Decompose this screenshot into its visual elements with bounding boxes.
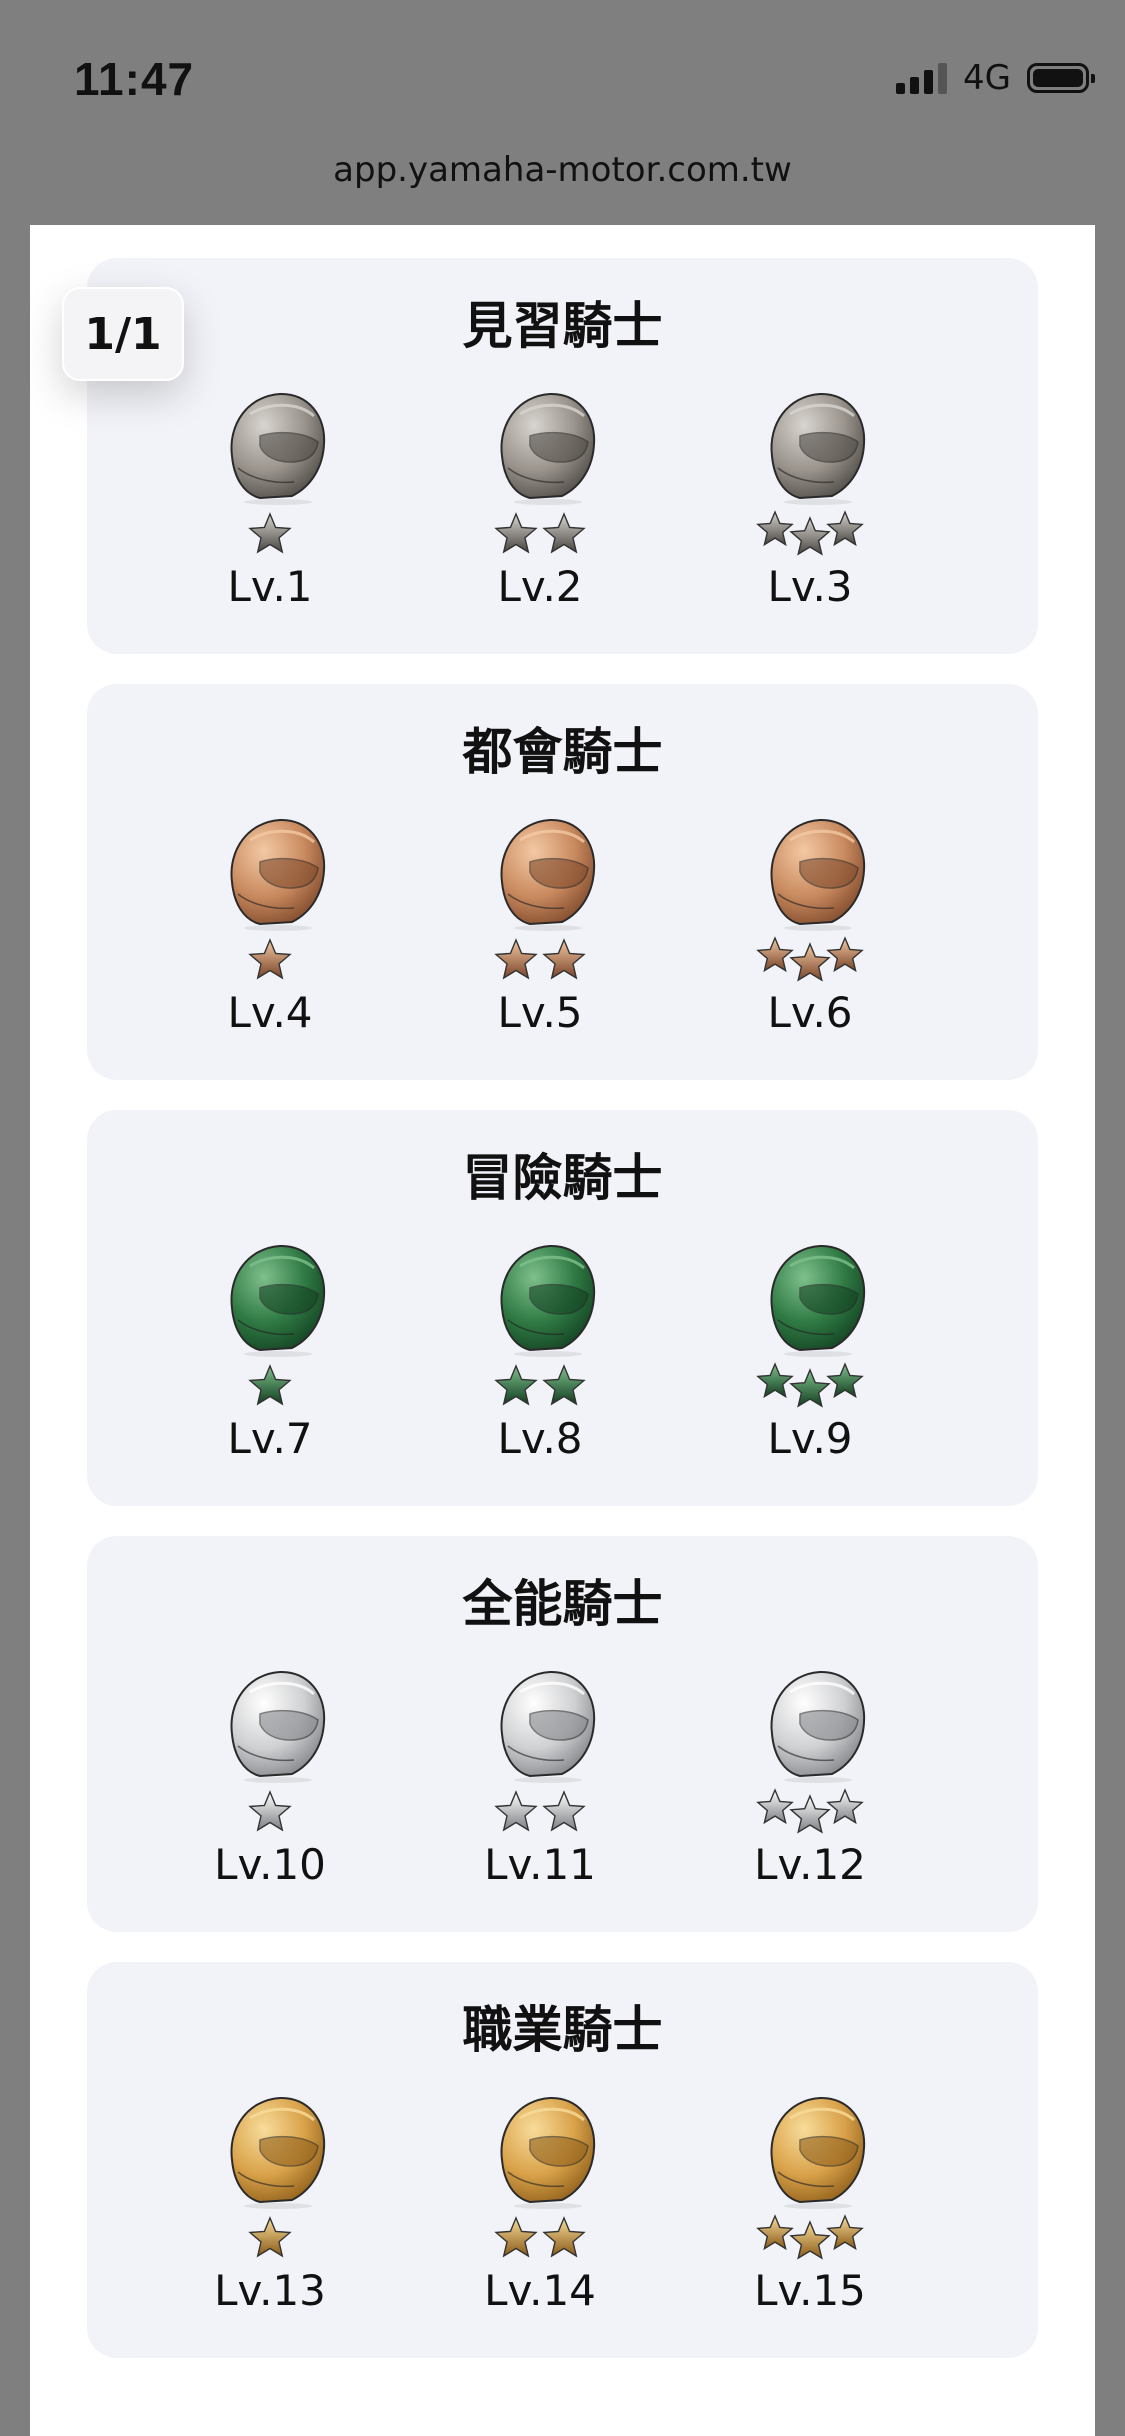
level-badge: Lv.5 [440, 812, 640, 1062]
level-label: Lv.3 [767, 562, 853, 611]
level-badge: Lv.6 [710, 812, 910, 1062]
tier-title: 全能騎士 [462, 1575, 663, 1633]
helmet-icon [490, 386, 600, 506]
status-time: 11:47 [74, 53, 195, 105]
level-label: Lv.14 [484, 2266, 596, 2315]
level-label: Lv.7 [227, 1414, 313, 1463]
level-badge: Lv.9 [710, 1238, 910, 1488]
helmet-icon [760, 2090, 870, 2210]
helmet-icon [490, 1664, 600, 1784]
level-badge: Lv.12 [710, 1664, 910, 1914]
helmet-icon [220, 812, 330, 932]
helmet-icon [220, 2090, 330, 2210]
helmet-icon [220, 1664, 330, 1784]
level-label: Lv.8 [497, 1414, 583, 1463]
level-badge: Lv.2 [440, 386, 640, 636]
level-label: Lv.9 [767, 1414, 853, 1463]
helmet-icon [760, 812, 870, 932]
tier-title: 冒險騎士 [462, 1149, 663, 1207]
star-rating-icon [440, 1786, 640, 1841]
network-type: 4G [963, 58, 1011, 98]
tier-title: 都會騎士 [462, 723, 663, 781]
star-rating-icon [710, 2212, 910, 2267]
level-badge: Lv.1 [170, 386, 370, 636]
status-bar: 11:47 4G [0, 0, 1125, 150]
star-rating-icon [170, 934, 370, 989]
tier-card: 都會騎士 Lv.4 Lv.5 Lv.6 [87, 684, 1038, 1080]
tier-card: 職業騎士 Lv.13 Lv.14 Lv.15 [87, 1962, 1038, 2358]
star-rating-icon [710, 1786, 910, 1841]
battery-icon [1027, 63, 1095, 93]
tier-card: 冒險騎士 Lv.7 Lv.8 Lv.9 [87, 1110, 1038, 1506]
level-badge: Lv.8 [440, 1238, 640, 1488]
level-badge: Lv.3 [710, 386, 910, 636]
tier-title: 職業騎士 [462, 2001, 663, 2059]
helmet-icon [760, 1238, 870, 1358]
star-rating-icon [170, 1786, 370, 1841]
status-indicators: 4G [896, 58, 1095, 98]
level-badge: Lv.7 [170, 1238, 370, 1488]
page-indicator: 1/1 [62, 287, 184, 381]
level-badge: Lv.11 [440, 1664, 640, 1914]
level-label: Lv.4 [227, 988, 313, 1037]
level-label: Lv.5 [497, 988, 583, 1037]
level-badge: Lv.4 [170, 812, 370, 1062]
level-badge: Lv.14 [440, 2090, 640, 2340]
signal-icon [896, 62, 948, 94]
level-label: Lv.2 [497, 562, 583, 611]
star-rating-icon [710, 934, 910, 989]
helmet-icon [760, 386, 870, 506]
helmet-icon [490, 1238, 600, 1358]
level-label: Lv.11 [484, 1840, 596, 1889]
helmet-icon [490, 812, 600, 932]
tier-card: 全能騎士 Lv.10 Lv.11 Lv.12 [87, 1536, 1038, 1932]
level-label: Lv.13 [214, 2266, 326, 2315]
star-rating-icon [440, 2212, 640, 2267]
star-rating-icon [170, 1360, 370, 1415]
helmet-icon [220, 386, 330, 506]
level-label: Lv.6 [767, 988, 853, 1037]
level-label: Lv.15 [754, 2266, 866, 2315]
level-label: Lv.12 [754, 1840, 866, 1889]
level-badge: Lv.10 [170, 1664, 370, 1914]
tier-card: 見習騎士 Lv.1 Lv.2 Lv.3 [87, 258, 1038, 654]
star-rating-icon [710, 508, 910, 563]
star-rating-icon [440, 934, 640, 989]
helmet-icon [760, 1664, 870, 1784]
star-rating-icon [440, 508, 640, 563]
star-rating-icon [440, 1360, 640, 1415]
star-rating-icon [170, 2212, 370, 2267]
helmet-icon [490, 2090, 600, 2210]
star-rating-icon [710, 1360, 910, 1415]
level-badge: Lv.15 [710, 2090, 910, 2340]
helmet-icon [220, 1238, 330, 1358]
level-badge: Lv.13 [170, 2090, 370, 2340]
level-label: Lv.1 [227, 562, 313, 611]
address-bar-url[interactable]: app.yamaha-motor.com.tw [0, 150, 1125, 190]
tier-title: 見習騎士 [462, 297, 663, 355]
level-label: Lv.10 [214, 1840, 326, 1889]
star-rating-icon [170, 508, 370, 563]
